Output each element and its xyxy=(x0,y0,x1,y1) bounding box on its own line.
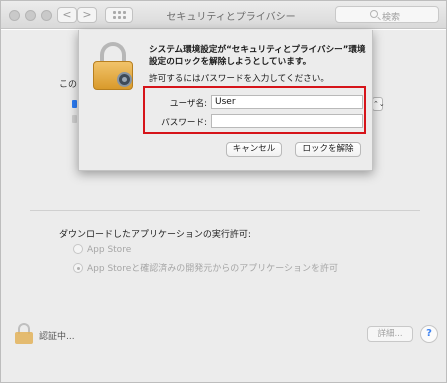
radio-selected-icon xyxy=(73,263,83,273)
section-divider xyxy=(30,210,420,211)
search-icon xyxy=(370,10,378,18)
cancel-button[interactable]: キャンセル xyxy=(226,142,282,157)
auth-status: 認証中... xyxy=(39,332,75,342)
radio-app-store[interactable]: App Store xyxy=(73,244,131,255)
option-indicator xyxy=(72,115,77,123)
window-title: セキュリティとプライバシー xyxy=(166,12,296,23)
title-bar: < > セキュリティとプライバシー 検索 xyxy=(1,1,446,29)
back-button[interactable]: < xyxy=(57,7,77,23)
search-field[interactable]: 検索 xyxy=(335,6,439,23)
lock-icon[interactable] xyxy=(15,323,33,344)
username-field[interactable]: User xyxy=(211,95,363,109)
username-label: ユーザ名: xyxy=(169,99,207,109)
unlock-button[interactable]: ロックを解除 xyxy=(295,142,361,157)
zoom-window-button[interactable] xyxy=(41,10,52,21)
radio-icon xyxy=(73,244,83,254)
radio-label: App Store xyxy=(87,245,132,255)
preferences-window: < > セキュリティとプライバシー 検索 このコ ⌃⌄ ダウンロードしたアプリケ… xyxy=(0,0,447,383)
dropdown-stepper[interactable]: ⌃⌄ xyxy=(372,97,385,111)
unlock-dialog: システム環境設定が“セキュリティとプライバシー”環境設定のロックを解除しようとし… xyxy=(78,30,373,171)
radio-app-store-and-identified[interactable]: App Storeと確認済みの開発元からのアプリケーションを許可 xyxy=(73,261,338,274)
gear-icon xyxy=(117,72,132,87)
minimize-window-button[interactable] xyxy=(25,10,36,21)
show-all-grid-icon[interactable] xyxy=(105,7,133,23)
help-icon[interactable]: ? xyxy=(420,325,438,343)
dialog-message-bold: システム環境設定が“セキュリティとプライバシー”環境設定のロックを解除しようとし… xyxy=(149,45,366,67)
lock-icon xyxy=(93,42,133,90)
forward-button[interactable]: > xyxy=(77,7,97,23)
download-permission-heading: ダウンロードしたアプリケーションの実行許可: xyxy=(59,230,251,240)
selected-option-indicator xyxy=(72,100,77,108)
password-field[interactable] xyxy=(211,114,363,128)
dialog-message: 許可するにはパスワードを入力してください。 xyxy=(149,74,329,84)
close-window-button[interactable] xyxy=(9,10,20,21)
radio-label: App Storeと確認済みの開発元からのアプリケーションを許可 xyxy=(87,264,339,274)
password-label: パスワード: xyxy=(161,118,207,128)
details-button[interactable]: 詳細... xyxy=(367,326,413,342)
credentials-highlight: ユーザ名: User パスワード: xyxy=(143,86,366,134)
search-placeholder: 検索 xyxy=(382,13,401,23)
